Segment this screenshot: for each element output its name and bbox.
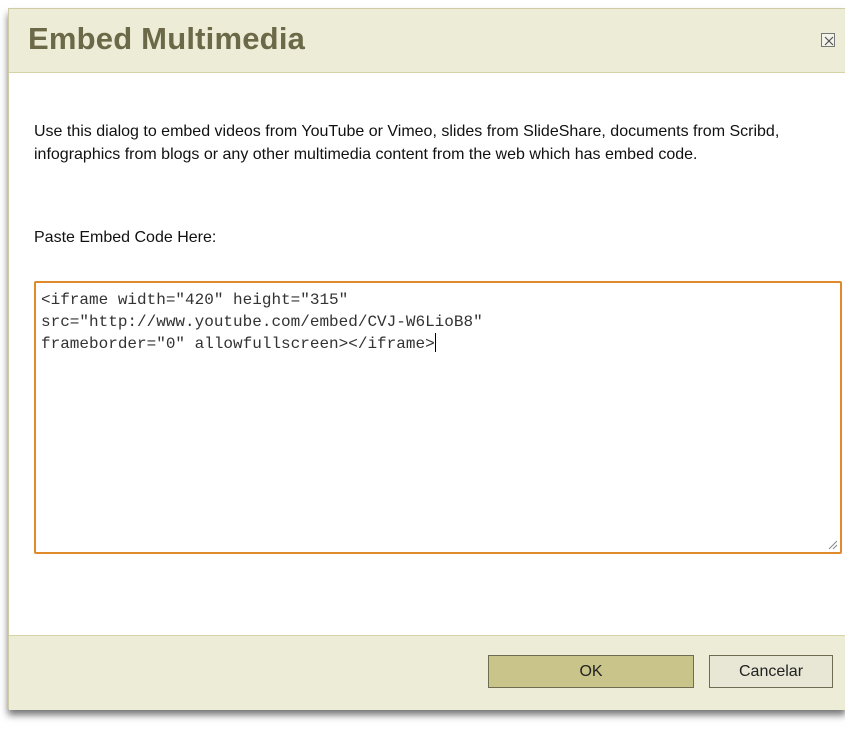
dialog-titlebar[interactable]: Embed Multimedia — [9, 9, 845, 73]
dialog-description: Use this dialog to embed videos from You… — [34, 123, 780, 163]
resize-grip-icon[interactable] — [827, 539, 838, 550]
close-icon[interactable] — [821, 33, 835, 47]
embed-code-textarea[interactable]: <iframe width="420" height="315" src="ht… — [34, 281, 842, 554]
dialog-body: Use this dialog to embed videos from You… — [9, 73, 845, 635]
cancel-button[interactable]: Cancelar — [709, 655, 833, 688]
ok-button[interactable]: OK — [488, 655, 694, 688]
embed-multimedia-dialog: Embed Multimedia Use this dialog to embe… — [8, 8, 845, 710]
text-caret — [434, 333, 436, 352]
dialog-footer: OK Cancelar — [9, 635, 845, 710]
paste-embed-code-label: Paste Embed Code Here: — [34, 229, 217, 246]
dialog-title: Embed Multimedia — [28, 21, 306, 56]
embed-code-text: <iframe width="420" height="315" src="ht… — [41, 291, 483, 353]
